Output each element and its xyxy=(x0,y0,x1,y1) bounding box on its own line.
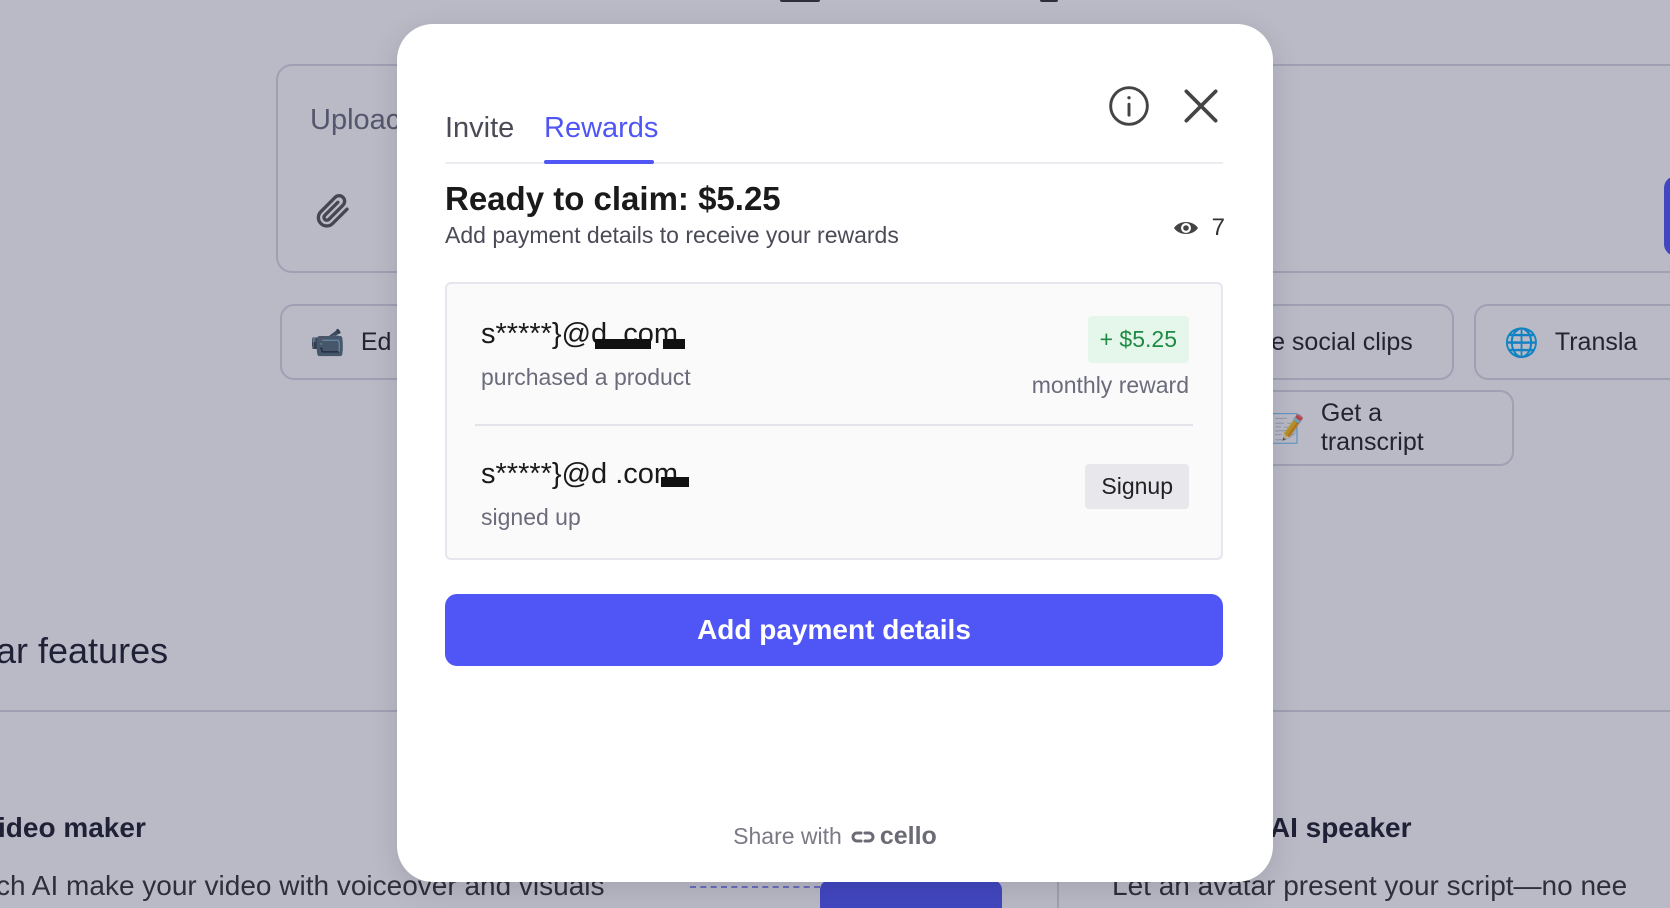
referral-email: s*****}@d .com xyxy=(481,458,679,490)
redaction-mark xyxy=(663,339,685,349)
claim-subtitle: Add payment details to receive your rewa… xyxy=(445,222,899,248)
reward-type: monthly reward xyxy=(1031,372,1189,398)
views-count: 7 xyxy=(1211,214,1225,241)
tab-invite[interactable]: Invite xyxy=(445,112,514,145)
list-item: s*****}@d .com purchased a product + $5.… xyxy=(477,304,1191,424)
list-item: s*****}@d .com signed up Signup xyxy=(477,444,1191,564)
redaction-mark xyxy=(595,339,651,349)
add-payment-details-button[interactable]: Add payment details xyxy=(445,594,1223,666)
footer-text: Share with xyxy=(733,823,842,849)
brand-name: cello xyxy=(879,822,937,850)
footer: Share with cello xyxy=(397,822,1273,851)
close-icon[interactable] xyxy=(1179,84,1223,128)
signup-badge: Signup xyxy=(1085,464,1189,509)
link-icon xyxy=(851,831,875,842)
row-divider xyxy=(475,424,1193,426)
referral-action: signed up xyxy=(481,504,581,530)
active-tab-indicator xyxy=(544,160,654,164)
reward-amount-badge: + $5.25 xyxy=(1087,316,1189,363)
rewards-modal: Invite Rewards Ready to claim: $5.25 Add… xyxy=(397,24,1273,882)
tab-rewards[interactable]: Rewards xyxy=(544,112,658,145)
redaction-mark xyxy=(661,477,689,487)
views-counter: 7 xyxy=(1172,214,1225,242)
referral-action: purchased a product xyxy=(481,364,691,390)
rewards-list: s*****}@d .com purchased a product + $5.… xyxy=(445,282,1223,560)
claim-title: Ready to claim: $5.25 xyxy=(445,180,781,217)
info-icon[interactable] xyxy=(1107,84,1151,128)
eye-icon xyxy=(1173,222,1198,234)
cello-logo[interactable]: cello xyxy=(850,822,937,851)
